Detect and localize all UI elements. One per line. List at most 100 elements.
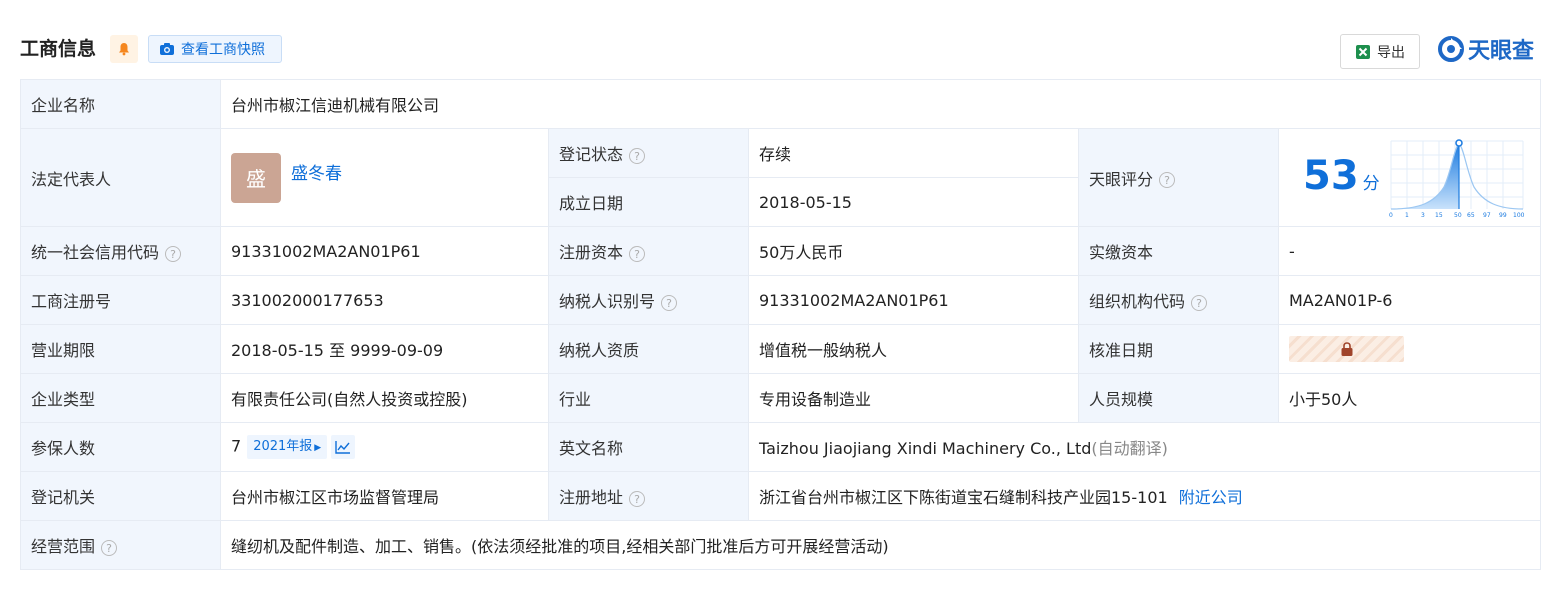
reg-status: 存续 [748,128,1079,178]
camera-icon [160,43,174,55]
tax-qual-label: 纳税人资质 [548,324,749,374]
snapshot-label: 查看工商快照 [181,42,265,58]
score-axis-tick: 65 [1467,212,1475,219]
type: 有限责任公司(自然人投资或控股) [220,373,549,423]
insured-cell: 7 2021年报 ▶ [220,422,549,472]
tianyancha-logo-icon [1438,36,1464,62]
credit-code-label-cell: 统一社会信用代码? [20,226,221,276]
en-name-label: 英文名称 [548,422,749,472]
score-axis-tick: 97 [1483,212,1491,219]
en-name-cell: Taizhou Jiaojiang Xindi Machinery Co., L… [747,422,1542,472]
paid-capital: - [1277,226,1542,276]
score-display: 53 分 [1303,153,1380,199]
staff-label: 人员规模 [1078,373,1279,423]
address-cell: 浙江省台州市椒江区下陈街道宝石缝制科技产业园15-101 附近公司 [747,471,1542,521]
brand-logo: 天眼查 [1438,34,1534,64]
annual-report-tag[interactable]: 2021年报 ▶ [247,435,328,459]
help-icon[interactable]: ? [629,490,646,507]
paid-capital-label: 实缴资本 [1078,226,1279,276]
legal-rep-name-link[interactable]: 盛冬春 [291,159,342,184]
export-label: 导出 [1377,44,1405,61]
reg-capital: 50万人民币 [748,226,1079,276]
caret-right-icon: ▶ [314,443,322,453]
authority-label: 登记机关 [20,471,221,521]
score-axis-tick: 0 [1389,212,1393,219]
scope-label-cell: 经营范围? [20,520,221,570]
table-row: 营业期限 2018-05-15 至 9999-09-09 纳税人资质 增值税一般… [20,324,1542,374]
score-cell[interactable]: 53 分 0 1 3 15 50 65 97 99 100 [1277,128,1542,227]
score-axis-tick: 50 [1454,212,1462,219]
approve-date-label: 核准日期 [1078,324,1279,374]
reg-capital-label-cell: 注册资本? [548,226,749,276]
term-label: 营业期限 [20,324,221,374]
nearby-companies-link[interactable]: 附近公司 [1179,488,1243,507]
table-row: 经营范围? 缝纫机及配件制造、加工、销售。(依法须经批准的项目,经相关部门批准后… [20,520,1542,570]
help-icon[interactable]: ? [661,294,678,311]
score-unit: 分 [1362,174,1380,194]
legal-rep-cell: 盛盛冬春 [220,128,549,227]
insured-label: 参保人数 [20,422,221,472]
table-row: 参保人数 7 2021年报 ▶ 英文名称 Taizhou Jiaojiang Xin… [20,422,1542,472]
help-icon[interactable]: ? [165,245,182,262]
scope: 缝纫机及配件制造、加工、销售。(依法须经批准的项目,经相关部门批准后方可开展经营… [219,520,1542,570]
section-title: 工商信息 [20,38,97,60]
bell-icon[interactable] [110,35,138,63]
en-name: Taizhou Jiaojiang Xindi Machinery Co., L… [759,439,1092,458]
lock-icon [1341,342,1352,356]
reg-capital-label: 注册资本 [559,243,624,262]
address-label: 注册地址 [559,488,624,507]
scope-label: 经营范围 [31,537,96,556]
score-distribution-chart: 0 1 3 15 50 65 97 99 100 [1389,139,1525,219]
section-header: 工商信息 查看工商快照 导出 天眼查 [0,0,1545,80]
org-code-label: 组织机构代码 [1089,292,1186,311]
table-row: 企业类型 有限责任公司(自然人投资或控股) 行业 专用设备制造业 人员规模 小于… [20,373,1542,423]
help-icon[interactable]: ? [1191,294,1208,311]
reg-status-label: 登记状态 [559,145,624,164]
table-row: 登记机关 台州市椒江区市场监督管理局 注册地址? 浙江省台州市椒江区下陈街道宝石… [20,471,1542,521]
score-value: 53 [1303,153,1359,199]
score-axis-tick: 99 [1499,212,1507,219]
reg-status-label-cell: 登记状态? [548,128,749,178]
score-axis-tick: 15 [1435,212,1443,219]
table-row: 工商注册号 331002000177653 纳税人识别号? 91331002MA… [20,275,1542,325]
reg-no: 331002000177653 [220,275,549,325]
industry-label: 行业 [548,373,749,423]
locked-content[interactable] [1289,336,1404,362]
score-axis-tick: 3 [1421,212,1425,219]
reg-no-label: 工商注册号 [20,275,221,325]
type-label: 企业类型 [20,373,221,423]
tax-qual: 增值税一般纳税人 [748,324,1079,374]
brand-name: 天眼查 [1468,39,1535,64]
excel-icon [1356,44,1370,59]
industry: 专用设备制造业 [748,373,1079,423]
approve-date-cell [1277,324,1542,374]
company-name-label: 企业名称 [20,79,221,129]
trend-chart-button[interactable] [331,435,356,459]
line-chart-icon [335,441,351,454]
snapshot-button[interactable]: 查看工商快照 [148,35,282,63]
score-label: 天眼评分 [1089,169,1154,189]
score-label-cell: 天眼评分? [1078,128,1279,227]
help-icon[interactable]: ? [629,245,646,262]
authority: 台州市椒江区市场监督管理局 [220,471,549,521]
term: 2018-05-15 至 9999-09-09 [220,324,549,374]
company-name: 台州市椒江信迪机械有限公司 [219,79,1542,129]
taxpayer-id: 91331002MA2AN01P61 [748,275,1079,325]
avatar: 盛 [231,152,281,203]
en-name-note: (自动翻译) [1091,439,1168,458]
credit-code: 91331002MA2AN01P61 [220,226,549,276]
help-icon[interactable]: ? [101,539,118,556]
score-axis-tick: 1 [1405,212,1409,219]
export-button[interactable]: 导出 [1340,34,1420,69]
staff: 小于50人 [1277,373,1542,423]
help-icon[interactable]: ? [1159,172,1176,188]
founded: 2018-05-15 [748,177,1079,227]
help-icon[interactable]: ? [629,147,646,164]
taxpayer-id-label: 纳税人识别号 [559,292,656,311]
address-label-cell: 注册地址? [548,471,749,521]
credit-code-label: 统一社会信用代码 [31,243,160,262]
insured-count: 7 [231,436,242,456]
table-row: 法定代表人 盛盛冬春 登记状态? 存续 天眼评分? 53 分 0 1 3 15 … [20,128,1542,227]
taxpayer-id-label-cell: 纳税人识别号? [548,275,749,325]
table-row: 统一社会信用代码? 91331002MA2AN01P61 注册资本? 50万人民… [20,226,1542,276]
